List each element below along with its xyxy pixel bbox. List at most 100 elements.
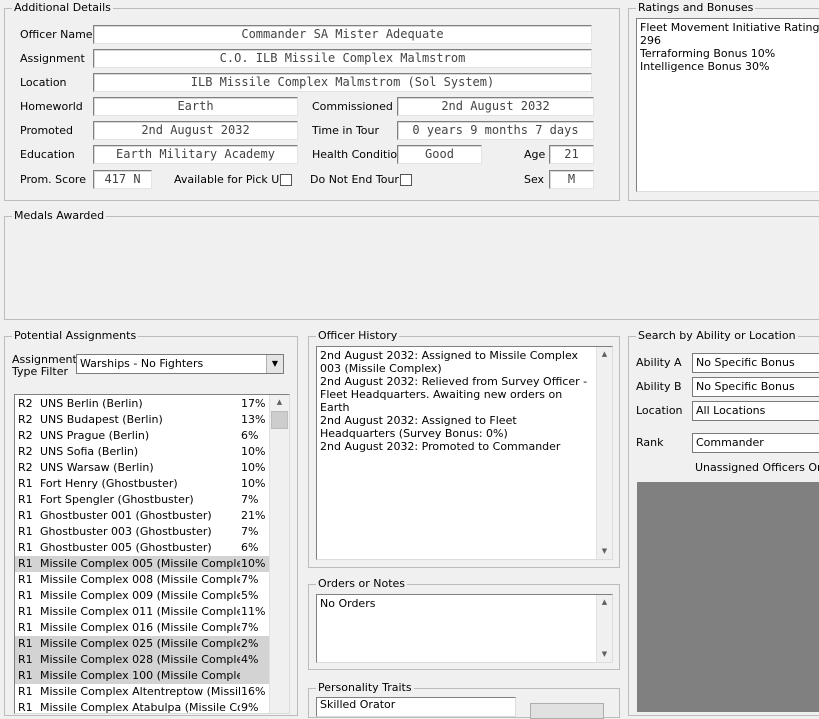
personality-legend: Personality Traits [316, 681, 414, 695]
filter-value: Warships - No Fighters [80, 357, 204, 370]
assignment-rank: R1 [18, 653, 33, 666]
scroll-down-icon[interactable]: ▼ [597, 647, 612, 662]
orders-scrollbar[interactable]: ▲ ▼ [596, 595, 612, 662]
education-label: Education [20, 148, 75, 161]
assignments-list[interactable]: R2 UNS Berlin (Berlin) 17% R2 UNS Budapest (… [14, 394, 290, 714]
pick-up-checkbox[interactable] [280, 174, 292, 186]
history-line: 2nd August 2032: Assigned to Fleet Headq… [320, 414, 517, 440]
assignment-row[interactable]: R1 Fort Henry (Ghostbuster) 10% [15, 476, 269, 492]
assignment-rank: R1 [18, 669, 33, 682]
scroll-up-icon[interactable]: ▲ [270, 395, 289, 410]
age-label: Age [524, 148, 546, 161]
scroll-up-icon[interactable]: ▲ [597, 347, 612, 362]
rating-line: Fleet Movement Initiative Rating 296 [640, 21, 819, 47]
education-field[interactable]: Earth Military Academy [93, 145, 298, 164]
assignment-rank: R1 [18, 621, 33, 634]
assignment-percent: 21% [241, 509, 266, 522]
commissioned-label: Commissioned [312, 100, 393, 113]
search-location-value: All Locations [696, 404, 766, 417]
assignments-scrollbar[interactable]: ▲ [269, 395, 289, 713]
assignment-row[interactable]: R1 Missile Complex 016 (Missile Complex) 7… [15, 620, 269, 636]
personality-button[interactable] [530, 703, 604, 719]
assignment-row[interactable]: R1 Fort Spengler (Ghostbuster) 7% [15, 492, 269, 508]
history-line: 2nd August 2032: Promoted to Commander [320, 440, 561, 453]
officer-name-field[interactable]: Commander SA Mister Adequate [93, 25, 592, 44]
scroll-thumb[interactable] [271, 411, 288, 429]
assignment-percent: 7% [241, 573, 259, 586]
do-not-end-tour-label: Do Not End Tour [310, 173, 399, 186]
scroll-up-icon[interactable]: ▲ [597, 595, 612, 610]
assignment-rank: R1 [18, 477, 33, 490]
assignment-rank: R1 [18, 605, 33, 618]
assignment-row[interactable]: R2 UNS Prague (Berlin) 6% [15, 428, 269, 444]
assignment-row[interactable]: R2 UNS Berlin (Berlin) 17% [15, 396, 269, 412]
assignment-rank: R2 [18, 413, 33, 426]
assignment-type-filter-select[interactable]: Warships - No Fighters ▼ [76, 354, 284, 374]
rank-select[interactable]: Commander [692, 433, 819, 453]
chevron-down-icon[interactable]: ▼ [266, 355, 283, 373]
ratings-legend: Ratings and Bonuses [636, 1, 756, 15]
assignment-field[interactable]: C.O. ILB Missile Complex Malmstrom [93, 49, 592, 68]
search-location-select[interactable]: All Locations [692, 401, 819, 421]
ability-a-select[interactable]: No Specific Bonus [692, 353, 819, 373]
officer-search-results-panel[interactable] [637, 482, 819, 712]
assignment-row[interactable]: R1 Missile Complex 008 (Missile Complex) 7… [15, 572, 269, 588]
officer-history-textbox[interactable]: 2nd August 2032: Assigned to Missile Com… [316, 346, 613, 560]
personality-list[interactable]: Skilled Orator [316, 697, 516, 717]
assignment-row[interactable]: R2 UNS Warsaw (Berlin) 10% [15, 460, 269, 476]
assignment-percent: 4% [241, 653, 259, 666]
promoted-field[interactable]: 2nd August 2032 [93, 121, 298, 140]
assignment-name: Missile Complex 009 (Missile Complex) [40, 589, 240, 602]
assignment-row[interactable]: R1 Missile Complex 028 (Missile Complex) 4… [15, 652, 269, 668]
assignment-name: Missile Complex 008 (Missile Complex) [40, 573, 240, 586]
do-not-end-tour-checkbox[interactable] [400, 174, 412, 186]
assignment-row[interactable]: R2 UNS Sofia (Berlin) 10% [15, 444, 269, 460]
additional-details-legend: Additional Details [12, 1, 113, 15]
commissioned-field[interactable]: 2nd August 2032 [397, 97, 594, 116]
assignment-row[interactable]: R2 UNS Budapest (Berlin) 13% [15, 412, 269, 428]
assignment-row[interactable]: R1 Ghostbuster 003 (Ghostbuster) 7% [15, 524, 269, 540]
ratings-textbox[interactable]: Fleet Movement Initiative Rating 296 Ter… [636, 18, 819, 192]
assignment-row[interactable]: R1 Missile Complex 025 (Missile Complex) 2… [15, 636, 269, 652]
homeworld-field[interactable]: Earth [93, 97, 298, 116]
assignment-row[interactable]: R1 Missile Complex Atabulpa (Missile Comp… [15, 700, 269, 713]
assignment-rank: R1 [18, 685, 33, 698]
health-condition-field[interactable]: Good [397, 145, 482, 164]
location-field[interactable]: ILB Missile Complex Malmstrom (Sol Syste… [93, 73, 592, 92]
assignment-name: UNS Budapest (Berlin) [40, 413, 163, 426]
ability-b-select[interactable]: No Specific Bonus [692, 377, 819, 397]
assignment-rank: R1 [18, 557, 33, 570]
assignment-rank: R2 [18, 445, 33, 458]
homeworld-label: Homeworld [20, 100, 83, 113]
assignment-name: Missile Complex Altentreptow (Missile Co… [40, 685, 240, 698]
unassigned-officers-label[interactable]: Unassigned Officers Only [695, 461, 819, 475]
assignment-rank: R2 [18, 397, 33, 410]
scroll-down-icon[interactable]: ▼ [597, 544, 612, 559]
time-in-tour-field[interactable]: 0 years 9 months 7 days [397, 121, 594, 140]
assignment-row[interactable]: R1 Missile Complex Altentreptow (Missile … [15, 684, 269, 700]
assignment-percent: 6% [241, 429, 259, 442]
age-field[interactable]: 21 [549, 145, 594, 164]
promoted-label: Promoted [20, 124, 73, 137]
history-scrollbar[interactable]: ▲ ▼ [596, 347, 612, 559]
assignment-row[interactable]: R1 Ghostbuster 001 (Ghostbuster) 21% [15, 508, 269, 524]
rating-line: Intelligence Bonus 30% [640, 60, 770, 73]
ability-b-label: Ability B [636, 380, 682, 393]
assignment-name: Ghostbuster 005 (Ghostbuster) [40, 541, 212, 554]
assignment-row[interactable]: R1 Ghostbuster 005 (Ghostbuster) 6% [15, 540, 269, 556]
assignment-label: Assignment [20, 52, 85, 65]
assignment-name: Missile Complex 011 (Missile Complex) [40, 605, 240, 618]
location-label: Location [20, 76, 67, 89]
medals-legend: Medals Awarded [12, 209, 107, 223]
prom-score-field[interactable]: 417 N [93, 170, 152, 189]
assignment-percent: 13% [241, 413, 266, 426]
orders-textbox[interactable]: No Orders ▲ ▼ [316, 594, 613, 663]
assignment-name: UNS Prague (Berlin) [40, 429, 150, 442]
assignment-row[interactable]: R1 Missile Complex 009 (Missile Complex) 5… [15, 588, 269, 604]
assignment-name: UNS Berlin (Berlin) [40, 397, 143, 410]
assignment-row[interactable]: R1 Missile Complex 011 (Missile Complex) 1… [15, 604, 269, 620]
assignment-row[interactable]: R1 Missile Complex 005 (Missile Complex) 1… [15, 556, 269, 572]
sex-field[interactable]: M [549, 170, 594, 189]
assignment-row[interactable]: R1 Missile Complex 100 (Missile Complex) [15, 668, 269, 684]
assignment-name: Missile Complex 100 (Missile Complex) [40, 669, 240, 682]
